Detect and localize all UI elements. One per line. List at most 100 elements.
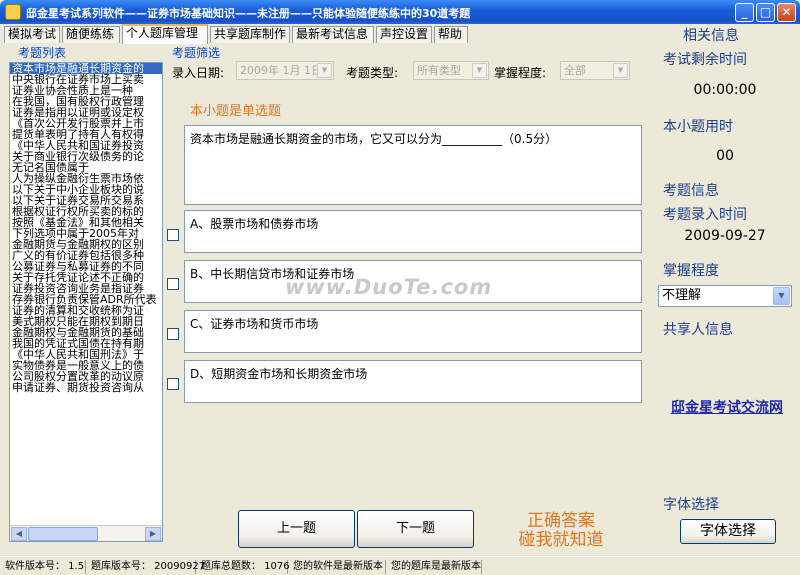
question-listbox[interactable]: 资本市场是融通长期资金的 中央银行在证券市场上买卖 证券业协会性质上是一种 在我国，国…	[9, 62, 163, 542]
next-question-button[interactable]: 下一题	[357, 510, 474, 548]
list-item[interactable]: 中央银行在证券市场上买卖	[10, 74, 162, 85]
list-item[interactable]: 关于商业银行次级债务的论	[10, 151, 162, 162]
list-item[interactable]: 以下关于中小企业板块的说	[10, 184, 162, 195]
mastery-label: 掌握程度	[663, 263, 719, 279]
type-dropdown-icon[interactable]: ▼	[472, 63, 487, 78]
list-item[interactable]: 《中华人民共和国证券投资	[10, 140, 162, 151]
list-item[interactable]: 关于存托凭证论述不正确的	[10, 272, 162, 283]
list-item[interactable]: 无记名国债属于	[10, 162, 162, 173]
option-a-checkbox[interactable]	[167, 229, 179, 241]
scroll-left-button[interactable]: ◀	[11, 527, 27, 541]
mastery-filter-select[interactable]: 全部 ▼	[560, 61, 630, 80]
tab-latest-info[interactable]: 最新考试信息	[292, 26, 374, 43]
time-left-value: 00:00:00	[693, 82, 757, 98]
date-dropdown-icon[interactable]: ▼	[317, 63, 332, 78]
maximize-button[interactable]: □	[756, 3, 775, 22]
option-c-checkbox[interactable]	[167, 328, 179, 340]
exchange-site-link[interactable]: 邸金星考试交流网	[660, 399, 794, 418]
option-d-checkbox[interactable]	[167, 378, 179, 390]
list-item[interactable]: 广义的有价证券包括很多种	[10, 250, 162, 261]
list-item[interactable]: 人为操纵金融衍生票市场依	[10, 173, 162, 184]
scroll-thumb[interactable]	[28, 527, 98, 541]
option-d[interactable]: D、短期资金市场和长期资金市场	[184, 360, 642, 403]
list-item[interactable]: 申请证券、期货投资咨询从	[10, 382, 162, 393]
mastery-filter-label: 掌握程度:	[494, 66, 547, 80]
type-value: 所有类型	[417, 64, 461, 77]
filter-title: 考题筛选	[172, 46, 221, 60]
question-info-label: 考题信息	[663, 183, 719, 199]
list-item[interactable]: 提货单表明了持有人有权得	[10, 129, 162, 140]
question-stem: 资本市场是融通长期资金的市场，它又可以分为__________（0.5分）	[184, 125, 642, 205]
sharer-info-label: 共享人信息	[663, 322, 733, 338]
date-picker[interactable]: 2009年 1月 1日 ▼	[236, 61, 334, 80]
answer-line-1: 正确答案	[527, 511, 595, 531]
info-heading: 相关信息	[683, 28, 739, 44]
list-item[interactable]: 金融期货与金融期权的区别	[10, 239, 162, 250]
list-item[interactable]: 证券是指用以证明或设定权	[10, 107, 162, 118]
list-item[interactable]: 我国的凭证式国债在持有期	[10, 338, 162, 349]
app-icon	[5, 4, 21, 20]
info-panel: 相关信息 考试剩余时间 00:00:00 本小题用时 00 考题信息 考题录入时…	[655, 24, 800, 556]
mastery-select-arrow-icon[interactable]: ▼	[773, 287, 790, 305]
list-item[interactable]: 证券的清算和交收统称为证	[10, 305, 162, 316]
entry-time-value: 2009-09-27	[684, 228, 766, 244]
list-item[interactable]: 实物债券是一般意义上的债	[10, 360, 162, 371]
tab-shared-bank[interactable]: 共享题库制作	[210, 26, 290, 43]
question-list-title: 考题列表	[16, 44, 69, 61]
tab-mock-exam[interactable]: 模拟考试	[4, 26, 60, 43]
window-title: 邸金星考试系列软件——证券市场基础知识——未注册——只能体验随便练练中的30道考…	[26, 7, 471, 20]
time-left-label: 考试剩余时间	[663, 52, 747, 68]
list-item[interactable]: 存券银行负责保管ADR所代表	[10, 294, 162, 305]
tab-help[interactable]: 帮助	[434, 26, 468, 43]
entry-time-label: 考题录入时间	[663, 207, 747, 223]
bank-latest-status: 您的题库是最新版本	[388, 560, 482, 574]
scroll-right-button[interactable]: ▶	[145, 527, 161, 541]
mastery-select[interactable]: 不理解 ▼	[658, 285, 792, 307]
bank-version: 题库版本号： 20090927	[88, 560, 205, 574]
watermark-text: www.DuoTe.com	[285, 275, 493, 299]
list-item[interactable]: 公募证券与私募证券的不同	[10, 261, 162, 272]
date-value: 2009年 1月 1日	[240, 64, 322, 77]
list-item[interactable]: 按照《基金法》和其他相关	[10, 217, 162, 228]
horizontal-scrollbar[interactable]: ◀ ▶	[10, 525, 162, 541]
software-latest-status: 您的软件是最新版本	[290, 560, 386, 574]
option-b-checkbox[interactable]	[167, 278, 179, 290]
tab-personal-bank[interactable]: 个人题库管理	[122, 24, 208, 44]
question-list-panel: 考题列表 资本市场是融通长期资金的 中央银行在证券市场上买卖 证券业协会性质上是一种…	[6, 44, 164, 542]
option-c[interactable]: C、证券市场和货币市场	[184, 310, 642, 353]
title-bar: 邸金星考试系列软件——证券市场基础知识——未注册——只能体验随便练练中的30道考…	[0, 0, 800, 24]
list-item[interactable]: 资本市场是融通长期资金的	[10, 63, 162, 74]
list-item[interactable]: 下列选项中属于2005年对	[10, 228, 162, 239]
list-item[interactable]: 根据权证行权所买卖的标的	[10, 206, 162, 217]
list-item[interactable]: 证券投资咨询业务是指证券	[10, 283, 162, 294]
list-item[interactable]: 以下关于证券交易所交易系	[10, 195, 162, 206]
list-item[interactable]: 《首次公开发行股票并上市	[10, 118, 162, 129]
font-select-button[interactable]: 字体选择	[680, 519, 776, 544]
prev-question-button[interactable]: 上一题	[238, 510, 355, 548]
status-bar: 软件版本号： 1.5 题库版本号： 20090927 题库总题数： 1076 您…	[0, 556, 800, 575]
list-item[interactable]: 证券业协会性质上是一种	[10, 85, 162, 96]
tab-free-practice[interactable]: 随便练练	[62, 26, 120, 43]
time-used-value: 00	[716, 148, 734, 164]
tab-voice-settings[interactable]: 声控设置	[376, 26, 432, 43]
mastery-value: 不理解	[662, 288, 702, 303]
close-button[interactable]: ✕	[777, 3, 796, 22]
date-label: 录入日期:	[172, 66, 225, 80]
list-item[interactable]: 美式期权只能在期权到期日	[10, 316, 162, 327]
mastery-filter-value: 全部	[564, 64, 586, 77]
show-answer-link[interactable]: 正确答案 碰我就知道	[513, 512, 609, 550]
list-item[interactable]: 公司股权分置改革的动议原	[10, 371, 162, 382]
type-label: 考题类型:	[346, 66, 399, 80]
answer-line-2: 碰我就知道	[518, 530, 604, 550]
font-select-label: 字体选择	[663, 497, 719, 513]
minimize-button[interactable]: _	[735, 3, 754, 22]
type-select[interactable]: 所有类型 ▼	[413, 61, 489, 80]
question-type-hint: 本小题是单选题	[190, 104, 282, 119]
list-item[interactable]: 金融期权与金融期货的基础	[10, 327, 162, 338]
software-version: 软件版本号： 1.5	[2, 560, 86, 574]
list-item[interactable]: 《中华人民共和国刑法》于	[10, 349, 162, 360]
bank-total: 题库总题数： 1076	[198, 560, 290, 574]
mastery-dropdown-icon[interactable]: ▼	[613, 63, 628, 78]
option-a[interactable]: A、股票市场和债券市场	[184, 210, 642, 253]
list-item[interactable]: 在我国，国有股权行政管理	[10, 96, 162, 107]
